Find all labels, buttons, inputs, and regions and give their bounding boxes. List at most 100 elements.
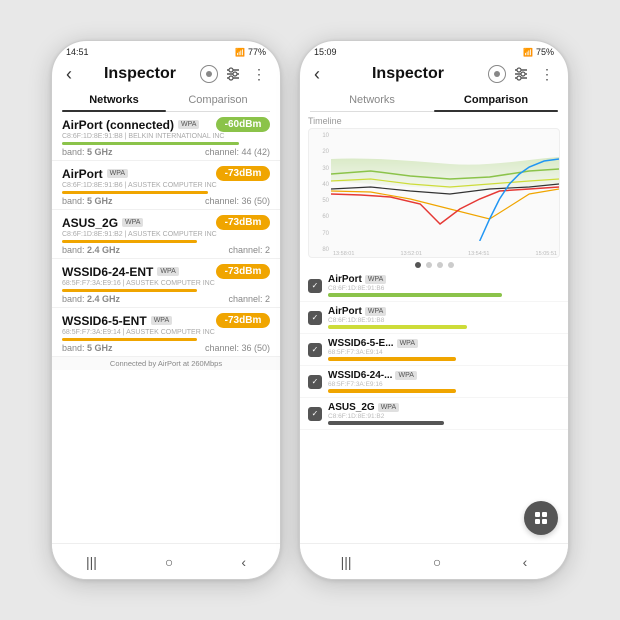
network-band-2: band: 2.4 GHz xyxy=(62,245,120,255)
network-item-4[interactable]: WSSID6-5-ENT WPA -73dBm 68:5F:F7:3A:E9:1… xyxy=(52,308,280,357)
tune-icon xyxy=(225,66,241,82)
right-nav-back-icon[interactable]: ‹ xyxy=(523,554,528,570)
chart-svg xyxy=(331,129,559,241)
comp-mac-2: 68:5F:F7:3A:E9:14 xyxy=(328,349,560,356)
network-band-0: band: 5 GHz xyxy=(62,147,113,157)
left-tune-button[interactable] xyxy=(222,63,244,85)
comp-item-3[interactable]: WSSID6-24-... WPA 68:5F:F7:3A:E9:16 xyxy=(300,366,568,398)
dot-3[interactable] xyxy=(448,262,454,268)
signal-badge-1: -73dBm xyxy=(216,166,270,181)
comp-item-1[interactable]: AirPort WPA C8:6F:1D:8E:91:B8 xyxy=(300,302,568,334)
network-channel-2: channel: 2 xyxy=(228,245,270,255)
comparison-list: AirPort WPA C8:6F:1D:8E:91:B6 AirPort WP… xyxy=(300,270,568,430)
comp-item-4[interactable]: ASUS_2G WPA C8:6F:1D:8E:91:B2 xyxy=(300,398,568,430)
connected-bar: Connected by AirPort at 260Mbps xyxy=(52,357,280,370)
comp-info-3: WSSID6-24-... WPA 68:5F:F7:3A:E9:16 xyxy=(328,370,560,393)
comp-item-2[interactable]: WSSID6-5-E... WPA 68:5F:F7:3A:E9:14 xyxy=(300,334,568,366)
left-more-button[interactable]: ⋮ xyxy=(248,63,270,85)
signal-badge-0: -60dBm xyxy=(216,117,270,132)
left-network-list: AirPort (connected) WPA -60dBm C8:6F:1D:… xyxy=(52,112,280,357)
x-label-1: 13:52:01 xyxy=(401,251,422,257)
dot-1[interactable] xyxy=(426,262,432,268)
signal-bar-2 xyxy=(62,240,197,243)
x-label-0: 13:58:01 xyxy=(333,251,354,257)
network-band-4: band: 5 GHz xyxy=(62,343,113,353)
comp-checkbox-0[interactable] xyxy=(308,279,322,293)
left-back-button[interactable]: ‹ xyxy=(58,63,80,85)
left-nav-home-icon[interactable]: ○ xyxy=(165,554,173,570)
wpa-badge-0: WPA xyxy=(178,120,199,129)
left-nav-back-icon[interactable]: ‹ xyxy=(241,554,246,570)
comp-info-4: ASUS_2G WPA C8:6F:1D:8E:91:B2 xyxy=(328,402,560,425)
left-tab-networks[interactable]: Networks xyxy=(62,89,166,111)
y-label-5: 60 xyxy=(311,214,329,220)
comp-item-0[interactable]: AirPort WPA C8:6F:1D:8E:91:B6 xyxy=(300,270,568,302)
dot-2[interactable] xyxy=(437,262,443,268)
network-channel-0: channel: 44 (42) xyxy=(205,147,270,157)
comp-badge-1: WPA xyxy=(365,307,386,316)
comp-bar-0 xyxy=(328,293,502,297)
left-signal-icon: 📶 xyxy=(235,48,245,57)
network-name-2: ASUS_2G xyxy=(62,216,118,230)
comp-checkbox-4[interactable] xyxy=(308,407,322,421)
comp-badge-4: WPA xyxy=(378,403,399,412)
right-app-header: ‹ Inspector ⋮ xyxy=(300,59,568,89)
left-time: 14:51 xyxy=(66,47,89,57)
comp-bar-2 xyxy=(328,357,456,361)
right-bottom-nav: ||| ○ ‹ xyxy=(300,543,568,579)
comp-name-0: AirPort xyxy=(328,274,362,285)
y-label-7: 80 xyxy=(311,247,329,253)
wpa-badge-1: WPA xyxy=(107,169,128,178)
left-nav-menu-icon[interactable]: ||| xyxy=(86,554,97,570)
right-back-button[interactable]: ‹ xyxy=(306,63,328,85)
right-signal-icon: 📶 xyxy=(523,48,533,57)
left-circle-button[interactable] xyxy=(200,65,218,83)
comp-name-1: AirPort xyxy=(328,306,362,317)
network-mac-3: 68:5F:F7:3A:E9:16 | ASUSTEK COMPUTER INC xyxy=(62,280,270,287)
y-label-3: 40 xyxy=(311,182,329,188)
comp-checkbox-1[interactable] xyxy=(308,311,322,325)
left-tab-comparison[interactable]: Comparison xyxy=(166,89,270,111)
network-item-0[interactable]: AirPort (connected) WPA -60dBm C8:6F:1D:… xyxy=(52,112,280,161)
right-status-bar: 15:09 📶 75% xyxy=(300,41,568,59)
wpa-badge-4: WPA xyxy=(151,316,172,325)
network-name-4: WSSID6-5-ENT xyxy=(62,314,147,328)
signal-badge-3: -73dBm xyxy=(216,264,270,279)
wpa-badge-2: WPA xyxy=(122,218,143,227)
right-tab-comparison[interactable]: Comparison xyxy=(434,89,558,111)
network-channel-1: channel: 36 (50) xyxy=(205,196,270,206)
right-more-button[interactable]: ⋮ xyxy=(536,63,558,85)
signal-badge-2: -73dBm xyxy=(216,215,270,230)
comp-mac-0: C8:6F:1D:8E:91:B6 xyxy=(328,285,560,292)
wpa-badge-3: WPA xyxy=(157,267,178,276)
right-tune-icon xyxy=(513,66,529,82)
right-nav-home-icon[interactable]: ○ xyxy=(433,554,441,570)
y-label-4: 50 xyxy=(311,198,329,204)
left-app-header: ‹ Inspector ⋮ xyxy=(52,59,280,89)
network-item-3[interactable]: WSSID6-24-ENT WPA -73dBm 68:5F:F7:3A:E9:… xyxy=(52,259,280,308)
network-mac-0: C8:6F:1D:8E:91:B8 | BELKIN INTERNATIONAL… xyxy=(62,133,270,140)
y-label-2: 30 xyxy=(311,166,329,172)
comp-checkbox-3[interactable] xyxy=(308,375,322,389)
signal-badge-4: -73dBm xyxy=(216,313,270,328)
network-name-3: WSSID6-24-ENT xyxy=(62,265,153,279)
fab-button[interactable] xyxy=(524,501,558,535)
comp-name-4: ASUS_2G xyxy=(328,402,375,413)
network-channel-3: channel: 2 xyxy=(228,294,270,304)
right-tab-networks[interactable]: Networks xyxy=(310,89,434,111)
right-battery: 75% xyxy=(536,47,554,57)
comp-checkbox-2[interactable] xyxy=(308,343,322,357)
timeline-section: Timeline 10 20 30 40 50 60 70 80 xyxy=(300,112,568,258)
left-bottom-nav: ||| ○ ‹ xyxy=(52,543,280,579)
right-circle-inner-icon xyxy=(493,70,501,78)
network-item-1[interactable]: AirPort WPA -73dBm C8:6F:1D:8E:91:B6 | A… xyxy=(52,161,280,210)
network-item-2[interactable]: ASUS_2G WPA -73dBm C8:6F:1D:8E:91:B2 | A… xyxy=(52,210,280,259)
dot-0[interactable] xyxy=(415,262,421,268)
network-name-0: AirPort (connected) xyxy=(62,118,174,132)
right-tune-button[interactable] xyxy=(510,63,532,85)
comp-mac-1: C8:6F:1D:8E:91:B8 xyxy=(328,317,560,324)
right-header-title: Inspector xyxy=(332,65,484,83)
right-circle-button[interactable] xyxy=(488,65,506,83)
comp-bar-1 xyxy=(328,325,467,329)
right-nav-menu-icon[interactable]: ||| xyxy=(341,554,352,570)
